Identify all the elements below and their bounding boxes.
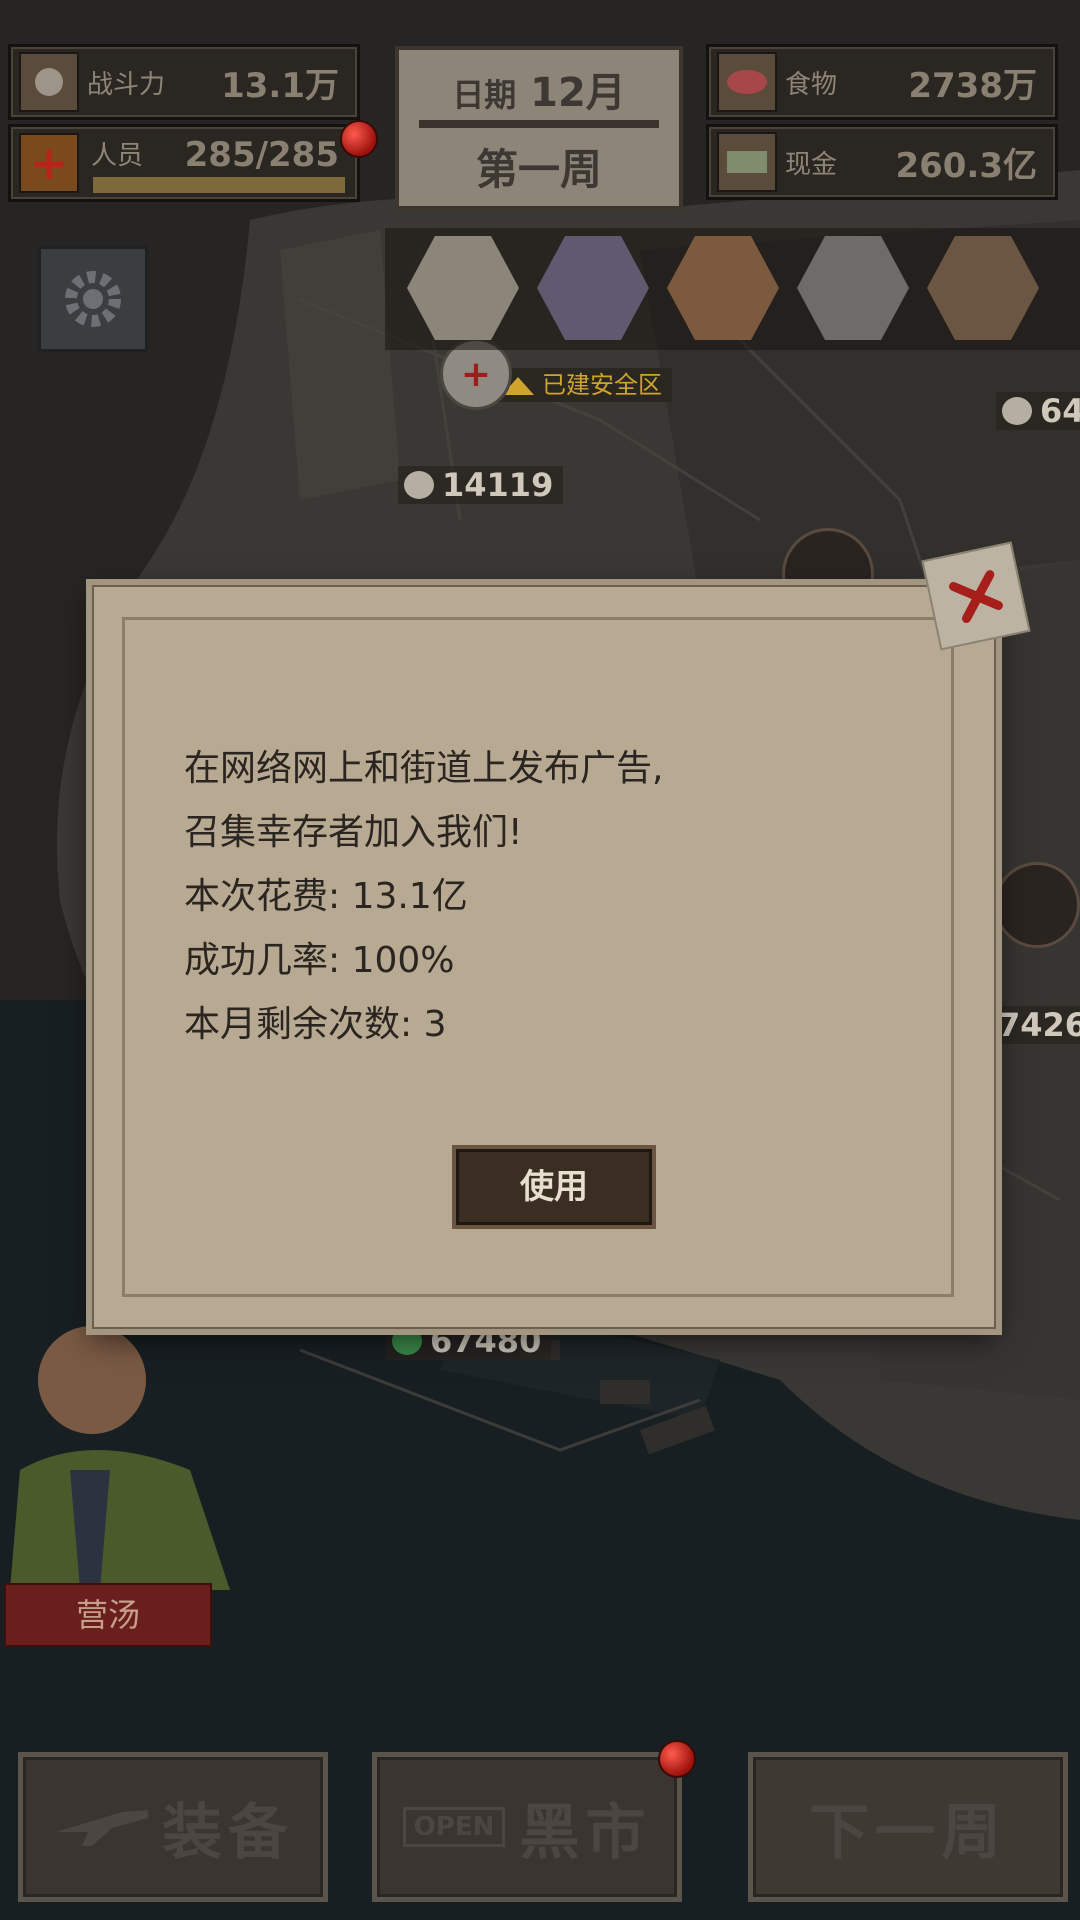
plus-icon: + (19, 133, 79, 193)
medical-cross-icon: + (460, 353, 492, 395)
map-tag-647[interactable]: 647 (996, 392, 1080, 430)
settings-button[interactable] (38, 246, 148, 352)
enemy-icon (392, 1327, 422, 1355)
dialog-message: 在网络网上和街道上发布广告, 召集幸存者加入我们! 本次花费: 13.1亿 成功… (184, 737, 663, 1057)
cash-icon (717, 132, 777, 192)
next-week-button[interactable]: 下一周 (748, 1752, 1068, 1902)
black-market-button[interactable]: OPEN 黑市 (372, 1752, 682, 1902)
cash-panel: 现金 260.3亿 (706, 124, 1058, 200)
rifle-icon (56, 1810, 148, 1846)
safe-zone-label: 已建安全区 (492, 368, 672, 402)
fist-icon (19, 52, 79, 112)
hero-portrait-2[interactable] (537, 236, 649, 340)
hero-portrait-3[interactable] (667, 236, 779, 340)
month-label: 12月 (530, 70, 626, 116)
enemy-icon (404, 471, 434, 499)
equipment-button[interactable]: 装备 (18, 1752, 328, 1902)
staff-progress-bar (93, 177, 345, 193)
advisor-character (0, 1300, 240, 1590)
lightbulb-marker[interactable] (994, 862, 1080, 948)
hero-portrait-building[interactable] (407, 236, 519, 340)
close-button[interactable] (921, 541, 1031, 651)
close-icon (949, 570, 1003, 623)
date-panel: 日期 12月 第一周 (395, 46, 683, 210)
date-label: 日期 (452, 76, 517, 114)
week-label: 第一周 (475, 145, 602, 194)
market-notification-dot (658, 1740, 696, 1778)
open-sign-icon: OPEN (402, 1807, 506, 1847)
gear-icon (65, 271, 121, 327)
map-tag-14119[interactable]: 14119 (398, 466, 564, 504)
staff-notification-dot (340, 120, 378, 158)
hero-portrait-5[interactable] (927, 236, 1039, 340)
food-panel: 食物 2738万 (706, 44, 1058, 120)
staff-panel[interactable]: + 人员 285/285 (8, 124, 360, 202)
message-line: 召集幸存者加入我们! (184, 812, 523, 853)
power-panel: 战斗力 13.1万 (8, 44, 360, 120)
hero-portrait-4[interactable] (797, 236, 909, 340)
character-name-tag: 营汤 (4, 1583, 212, 1647)
remaining-uses-line: 本月剩余次数: 3 (184, 1004, 447, 1045)
use-button[interactable]: 使用 (452, 1145, 656, 1229)
hero-strip (385, 228, 1080, 350)
date-divider (419, 120, 659, 128)
cost-line: 本次花费: 13.1亿 (184, 876, 468, 917)
meat-icon (717, 52, 777, 112)
success-rate-line: 成功几率: 100% (184, 940, 455, 981)
message-line: 在网络网上和街道上发布广告, (184, 748, 664, 789)
recruit-dialog: 在网络网上和街道上发布广告, 召集幸存者加入我们! 本次花费: 13.1亿 成功… (92, 585, 996, 1329)
enemy-icon (1002, 397, 1032, 425)
